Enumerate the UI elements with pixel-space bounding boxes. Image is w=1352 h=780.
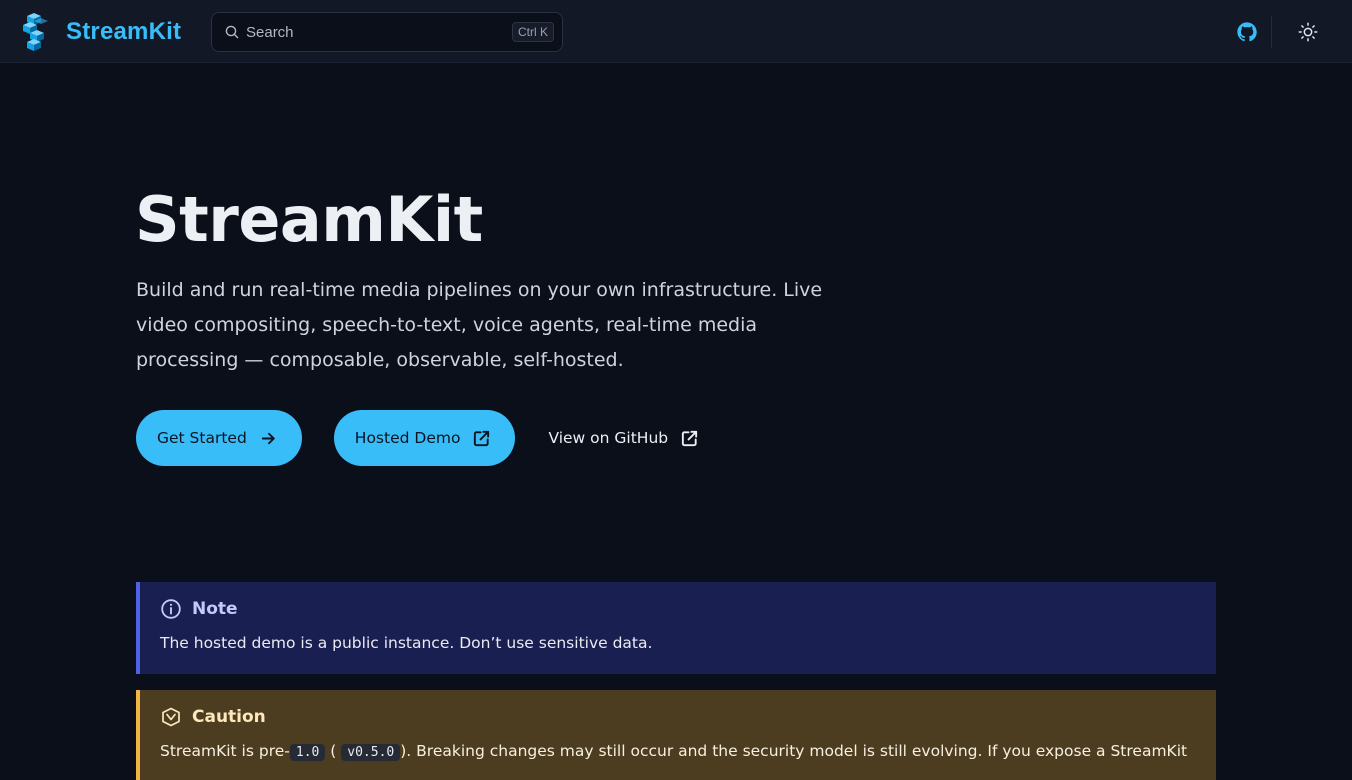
site-header: StreamKit Ctrl K: [0, 0, 1352, 63]
search-box[interactable]: Ctrl K: [211, 12, 563, 52]
note-body: The hosted demo is a public instance. Do…: [160, 634, 653, 652]
header-divider: [1271, 16, 1272, 48]
note-title: Note: [192, 599, 238, 619]
external-link-icon: [474, 430, 490, 446]
hosted-demo-button[interactable]: Hosted Demo: [333, 410, 516, 466]
external-link-icon: [682, 430, 698, 446]
info-icon: [161, 599, 181, 619]
github-icon: [1237, 22, 1257, 42]
theme-toggle-button[interactable]: [1294, 18, 1322, 46]
version-code: 1.0: [289, 744, 326, 761]
streamkit-logo-icon: [23, 13, 48, 51]
caution-body-paren: (: [325, 742, 337, 760]
sun-icon: [1298, 22, 1318, 42]
view-on-github-link[interactable]: View on GitHub: [515, 410, 699, 466]
note-callout: Note The hosted demo is a public instanc…: [136, 582, 1216, 674]
view-on-github-label: View on GitHub: [548, 429, 669, 447]
caution-body: StreamKit is pre- 1.0 ( v0.5.0). Breaking…: [160, 742, 1200, 761]
hero-title: StreamKit: [135, 183, 483, 256]
search-input[interactable]: [246, 23, 512, 41]
caution-header: Caution: [160, 706, 266, 728]
search-shortcut-hint: Ctrl K: [512, 22, 554, 42]
caution-title: Caution: [192, 707, 266, 727]
hosted-demo-label: Hosted Demo: [354, 429, 461, 447]
get-started-label: Get Started: [157, 429, 247, 447]
brand-home-link[interactable]: StreamKit: [22, 12, 181, 52]
note-header: Note: [160, 598, 238, 620]
arrow-right-icon: [261, 432, 275, 444]
search-icon: [225, 25, 239, 39]
hero-actions: Get Started Hosted Demo View on GitHub: [136, 410, 699, 466]
hero-description: Build and run real-time media pipelines …: [136, 279, 823, 371]
github-link[interactable]: [1236, 21, 1258, 43]
get-started-button[interactable]: Get Started: [136, 410, 302, 466]
caution-body-suffix: ). Breaking changes may still occur and …: [400, 742, 1188, 760]
release-code: v0.5.0: [341, 744, 401, 761]
brand-name: StreamKit: [66, 18, 182, 45]
warning-icon: [162, 707, 180, 727]
caution-body-prefix: StreamKit is pre-: [160, 742, 290, 760]
caution-callout: Caution StreamKit is pre- 1.0 ( v0.5.0). …: [136, 690, 1216, 780]
